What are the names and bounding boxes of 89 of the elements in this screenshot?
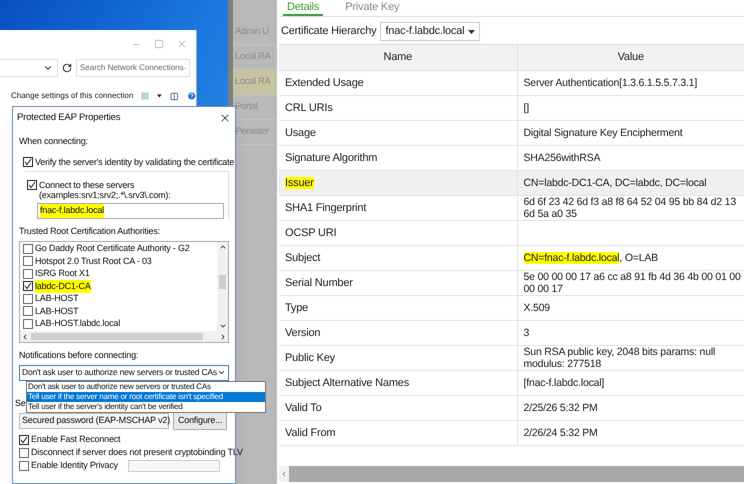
name-cell: CRL URIs: [279, 96, 517, 120]
checkbox-label: Enable Fast Reconnect: [31, 432, 120, 446]
name-cell: SHA1 Fingerprint: [279, 196, 517, 220]
value-cell: CN=fnac-f.labdc.local, O=LAB: [517, 246, 744, 270]
certificate-name: LAB-HOST.labdc.local: [35, 317, 120, 330]
value-cell: X.509: [517, 296, 744, 320]
checkbox[interactable]: [23, 294, 33, 304]
name-cell: Type: [279, 296, 517, 320]
chevron-down-icon: [217, 368, 226, 377]
caret-icon: [468, 30, 476, 34]
name-cell: Subject: [279, 246, 517, 270]
name-cell: Issuer: [279, 170, 517, 196]
name-cell: Version: [279, 320, 517, 346]
value-cell: 6d 6f 23 42 6d f3 a8 f8 64 52 04 95 bb 84 d2 13 6d 5a a0 35: [517, 196, 744, 220]
dropdown-option[interactable]: Don't ask user to authorize new servers or trusted CAs: [27, 382, 265, 392]
certificate-name: Go Daddy Root Certificate Authority - G2: [35, 242, 190, 255]
section-label: Notifications before connecting:: [19, 349, 140, 362]
toolbar-command[interactable]: Change settings of this connection: [11, 90, 134, 102]
section-label: Se: [15, 396, 26, 410]
scroll-right-icon[interactable]: [219, 332, 227, 340]
name-cell: Extended Usage: [279, 70, 517, 96]
scroll-thumb[interactable]: [219, 274, 226, 288]
caret-icon[interactable]: [157, 94, 162, 98]
name-cell: Serial Number: [279, 270, 517, 296]
checkbox-label: Enable Identity Privacy: [31, 458, 118, 472]
checkbox[interactable]: [19, 448, 29, 458]
name-cell: Subject Alternative Names: [279, 370, 517, 396]
certificate-name: LAB-HOST: [35, 292, 78, 305]
checkbox[interactable]: [27, 180, 37, 190]
value-cell: []: [517, 96, 744, 120]
name-cell: OCSP URI: [279, 220, 517, 246]
dialog-title: Protected EAP Properties: [17, 110, 120, 125]
refresh-icon[interactable]: [62, 63, 72, 73]
scroll-down-icon[interactable]: [218, 322, 226, 330]
section-label: When connecting:: [19, 135, 89, 148]
preview-pane-icon[interactable]: [170, 90, 179, 102]
scroll-thumb[interactable]: [31, 333, 203, 340]
name-cell: Usage: [279, 120, 517, 146]
checkbox[interactable]: [23, 244, 33, 254]
search-field[interactable]: Search Network Connections: [76, 59, 190, 77]
checkbox-label: Disconnect if server does not present cryptobinding TLV: [31, 446, 243, 459]
close-icon[interactable]: [219, 112, 231, 124]
section-label: Trusted Root Certification Authorities:: [19, 225, 161, 238]
tab[interactable]: Private Key: [341, 1, 404, 16]
value-cell: [fnac-f.labdc.local]: [517, 370, 744, 396]
certificate-name: labdc-DC1-CA: [35, 280, 91, 293]
configure-button[interactable]: Configure...: [173, 412, 228, 430]
certificate-name: ISRG Root X1: [35, 267, 90, 280]
value-cell: 2/26/24 5:32 PM: [517, 420, 744, 446]
help-icon[interactable]: [186, 90, 196, 102]
hierarchy-select[interactable]: fnac-f.labdc.local: [380, 22, 480, 41]
view-options-icon[interactable]: [141, 91, 150, 101]
checkbox[interactable]: [23, 281, 33, 292]
checkbox[interactable]: [19, 434, 29, 444]
column-header: Name: [279, 44, 517, 70]
value-cell: CN=labdc-DC1-CA, DC=labdc, DC=local: [517, 170, 744, 196]
name-cell: Valid From: [279, 420, 517, 446]
value-cell: 2/25/26 5:32 PM: [517, 396, 744, 420]
checkbox[interactable]: [19, 460, 29, 470]
dropdown-option[interactable]: Tell user if the server name or root certificate isn't specified: [27, 392, 265, 402]
checkbox-label: Connect to these servers (examples:srv1;srv2;.*\.srv3\.com):: [39, 180, 172, 200]
vertical-scrollbar[interactable]: [217, 242, 228, 331]
checkbox[interactable]: [23, 306, 33, 316]
certificate-name: Hotspot 2.0 Trust Root CA - 03: [35, 254, 152, 268]
value-cell: Sun RSA public key, 2048 bits params: null modulus: 277518: [517, 346, 744, 370]
value-cell: SHA256withRSA: [517, 146, 744, 170]
column-header: Value: [517, 44, 744, 70]
value-cell: Server Authentication[1.3.6.1.5.5.7.3.1]: [517, 70, 744, 96]
dropdown-option[interactable]: Tell user if the server's identity can't be verified: [27, 402, 265, 412]
field-value: fnac-f.labdc.local: [40, 204, 104, 218]
name-cell: Public Key: [279, 346, 517, 370]
certificate-name: LAB-HOST: [35, 304, 78, 318]
horizontal-scrollbar[interactable]: [20, 331, 228, 342]
checkbox-label: Verify the server's identity by validating the certificate: [35, 156, 234, 169]
servers-field[interactable]: fnac-f.labdc.local: [37, 203, 224, 219]
field-label: Certificate Hierarchy: [281, 24, 376, 40]
checkbox[interactable]: [23, 256, 33, 266]
checkbox[interactable]: [23, 268, 33, 279]
horizontal-scrollbar[interactable]: [279, 466, 744, 482]
scroll-left-icon[interactable]: [21, 332, 29, 340]
maximize-icon[interactable]: [154, 39, 164, 49]
value-cell: Digital Signature Key Encipherment: [517, 120, 744, 146]
notifications-select[interactable]: Don't ask user to authorize new servers or trusted CAs: [19, 364, 229, 380]
name-cell: Valid To: [279, 396, 517, 420]
checkbox[interactable]: [23, 318, 33, 329]
value-cell: 5e 00 00 00 17 a6 cc a8 91 fb 4d 36 4b 00 01 00 00 00 17: [517, 270, 744, 296]
checkbox[interactable]: [23, 157, 33, 168]
auth-method-select[interactable]: Secured password (EAP-MSCHAP v2): [19, 413, 169, 429]
value-cell: 3: [517, 320, 744, 346]
